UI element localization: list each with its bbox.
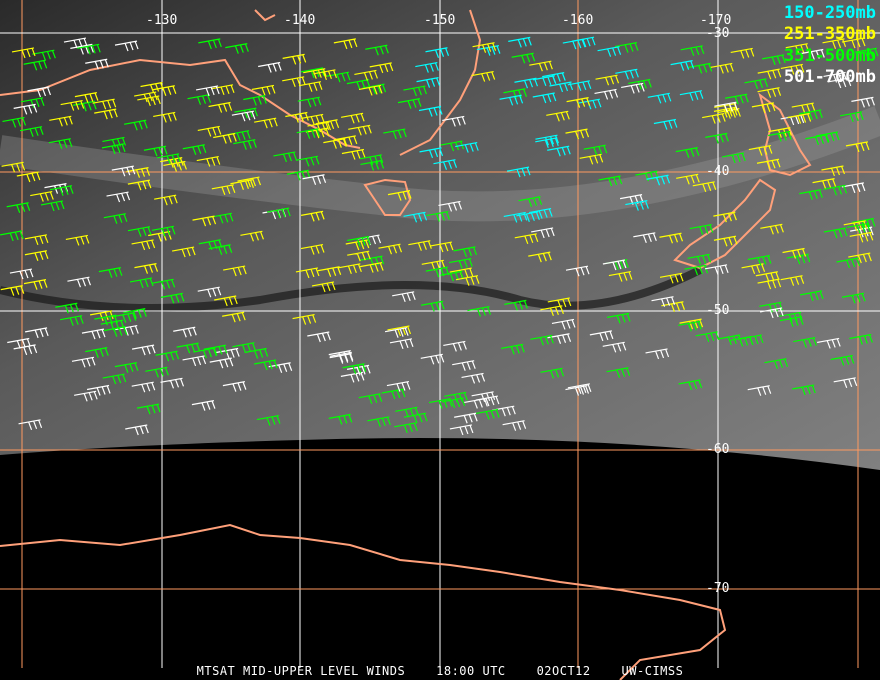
legend-351-500mb: 351-500mb — [783, 46, 876, 66]
caption-time: 18:00 UTC — [436, 664, 506, 678]
caption: MTSAT MID-UPPER LEVEL WINDS 18:00 UTC 02… — [0, 664, 880, 678]
legend-251-350mb: 251-350mb — [783, 24, 876, 44]
legend-501-700mb: 501-700mb — [783, 67, 876, 87]
satellite-wind-map: -130 -140 -150 -160 -170 -30 -40 -50 -60… — [0, 0, 880, 680]
lon-label-140: -140 — [284, 13, 316, 28]
lon-label-150: -150 — [424, 13, 456, 28]
caption-date: 02OCT12 — [536, 664, 591, 678]
caption-product: MTSAT MID-UPPER LEVEL WINDS — [196, 664, 406, 678]
lat-label-60: -60 — [706, 442, 730, 457]
legend-150-250mb: 150-250mb — [783, 3, 876, 23]
map-canvas — [0, 0, 880, 680]
lat-label-50: -50 — [706, 303, 730, 318]
lon-label-160: -160 — [562, 13, 594, 28]
antarctica-coast — [0, 523, 727, 680]
lat-label-30: -30 — [706, 26, 730, 41]
lat-label-40: -40 — [706, 164, 730, 179]
caption-source: UW-CIMSS — [621, 664, 684, 678]
lat-label-70: -70 — [706, 581, 730, 596]
lon-label-130: -130 — [146, 13, 178, 28]
